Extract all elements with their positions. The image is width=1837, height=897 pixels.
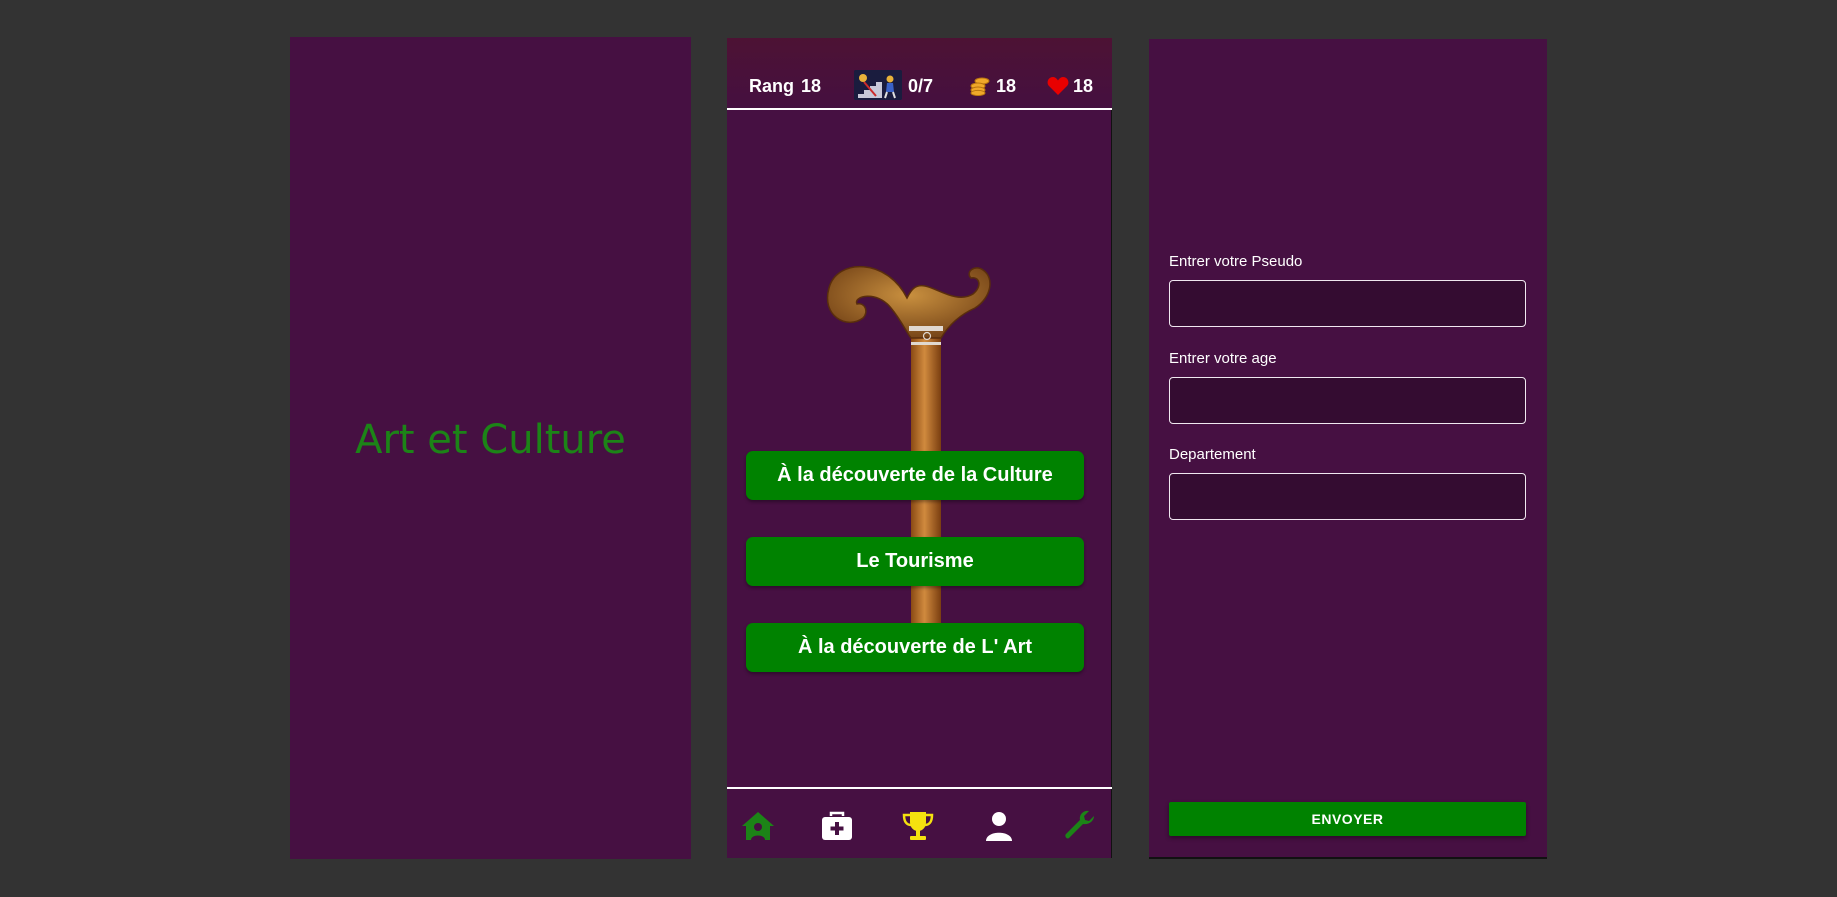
coins-count: 18: [996, 76, 1017, 96]
departement-input[interactable]: [1169, 473, 1526, 520]
pseudo-input[interactable]: [1169, 280, 1526, 327]
home-icon[interactable]: [741, 810, 775, 842]
pseudo-label: Entrer votre Pseudo: [1169, 253, 1303, 270]
bottom-nav: [727, 787, 1112, 858]
user-icon[interactable]: [982, 810, 1016, 842]
splash-screen: Art et Culture: [290, 37, 691, 859]
tourism-button[interactable]: Le Tourisme: [746, 537, 1084, 586]
art-discovery-button[interactable]: À la découverte de L' Art: [746, 623, 1084, 672]
age-label: Entrer votre age: [1169, 350, 1277, 367]
send-button[interactable]: ENVOYER: [1169, 802, 1526, 836]
trophy-icon[interactable]: [901, 810, 935, 842]
rank-label: Rang: [749, 76, 794, 96]
splash-title: Art et Culture: [355, 417, 626, 463]
stairs-progress-icon: [854, 70, 902, 100]
lives-count: 18: [1073, 76, 1094, 96]
coins-icon: [970, 77, 990, 96]
wrench-icon[interactable]: [1063, 810, 1097, 842]
progress-count: 0/7: [908, 76, 934, 96]
departement-label: Departement: [1169, 446, 1256, 463]
heart-icon: [1047, 77, 1069, 95]
status-header: Rang 18 0/7 18 18: [727, 38, 1112, 110]
culture-discovery-button[interactable]: À la découverte de la Culture: [746, 451, 1084, 500]
registration-screen: Entrer votre Pseudo Entrer votre age Dep…: [1149, 39, 1547, 859]
medical-kit-icon[interactable]: [820, 810, 854, 842]
age-input[interactable]: [1169, 377, 1526, 424]
home-screen: Rang 18 0/7 18 18 À la découverte de la …: [727, 38, 1112, 858]
rank-value: 18: [801, 76, 822, 96]
